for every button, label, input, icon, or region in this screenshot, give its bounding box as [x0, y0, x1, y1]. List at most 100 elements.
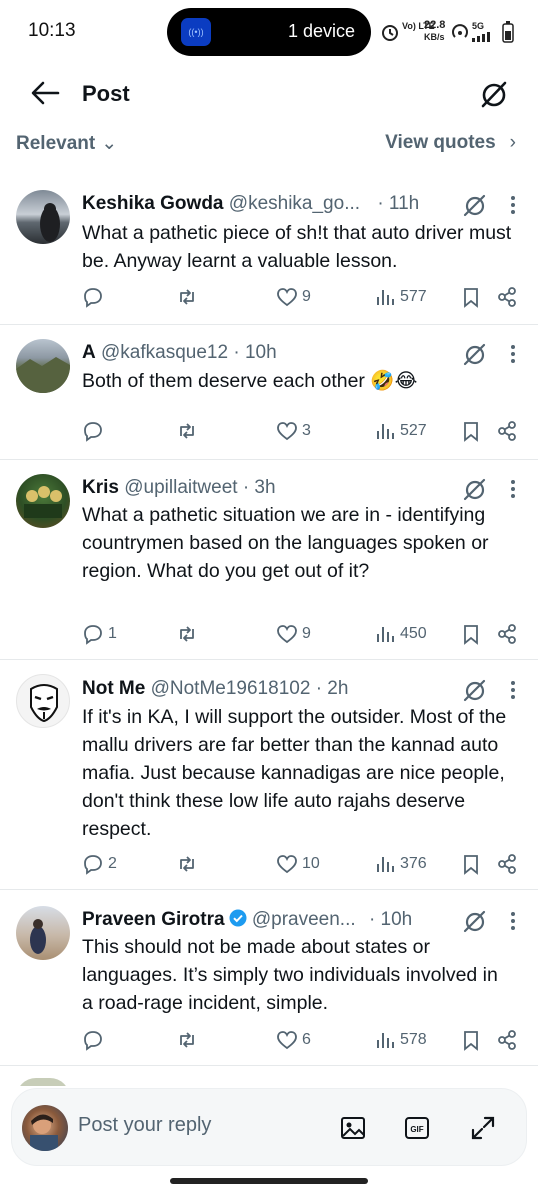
tweet-text: What a pathetic situation we are in - id…: [82, 504, 489, 582]
views-button[interactable]: 376: [374, 850, 427, 878]
author-handle[interactable]: @keshika_go...: [229, 193, 360, 214]
avatar[interactable]: [16, 906, 70, 960]
author-handle[interactable]: @NotMe19618102: [151, 678, 311, 699]
author-name[interactable]: Praveen Girotra: [82, 909, 225, 930]
grok-icon[interactable]: [462, 192, 488, 218]
home-indicator[interactable]: [170, 1178, 368, 1184]
share-button[interactable]: [496, 1026, 518, 1054]
repost-icon: [180, 856, 194, 872]
view-count: 577: [400, 288, 427, 305]
reply-filter-row: Relevant ⌄ View quotes ›: [0, 128, 538, 158]
reply-composer: GIF: [0, 1086, 538, 1200]
reply-tweet[interactable]: Kris @upillaitweet · 3h What a pathetic …: [0, 460, 538, 660]
heart-icon: [277, 288, 297, 307]
like-button[interactable]: 10: [276, 850, 320, 878]
share-button[interactable]: [496, 283, 518, 311]
repost-button[interactable]: [176, 1026, 202, 1054]
reply-icon: [84, 855, 102, 875]
bookmark-icon: [464, 625, 478, 645]
repost-icon: [180, 423, 194, 439]
author-handle[interactable]: @upillaitweet: [124, 477, 237, 498]
bookmark-button[interactable]: [460, 620, 482, 648]
share-button[interactable]: [496, 850, 518, 878]
gif-icon[interactable]: GIF: [402, 1113, 432, 1143]
status-bar: 10:13 ((•)) 1 device Vo) LTE 22.8 KB/s 5…: [0, 0, 538, 64]
tweet-text: If it's in KA, I will support the outsid…: [82, 706, 507, 840]
more-options-icon[interactable]: [510, 911, 516, 931]
reply-button[interactable]: [82, 283, 108, 311]
more-options-icon[interactable]: [510, 195, 516, 215]
like-count: 3: [302, 422, 311, 439]
grok-icon[interactable]: [462, 908, 488, 934]
island-device-count: 1 device: [287, 21, 355, 41]
grok-icon[interactable]: [462, 341, 488, 367]
reply-button[interactable]: [82, 417, 108, 445]
image-icon[interactable]: [338, 1113, 368, 1143]
bookmark-button[interactable]: [460, 283, 482, 311]
author-handle[interactable]: @praveen...: [252, 909, 356, 930]
reply-tweet[interactable]: A @kafkasque12 · 10h Both of them deserv…: [0, 325, 538, 460]
view-quotes-link[interactable]: View quotes ›: [385, 132, 516, 154]
author-name[interactable]: Keshika Gowda: [82, 193, 224, 214]
like-button[interactable]: 9: [276, 620, 311, 648]
back-arrow-icon[interactable]: [30, 79, 60, 107]
bookmark-button[interactable]: [460, 850, 482, 878]
more-options-icon[interactable]: [510, 680, 516, 700]
bookmark-button[interactable]: [460, 1026, 482, 1054]
grok-icon[interactable]: [462, 476, 488, 502]
repost-button[interactable]: [176, 620, 202, 648]
heart-icon: [277, 422, 297, 441]
repost-button[interactable]: [176, 417, 202, 445]
network-speed-unit: KB/s: [424, 32, 445, 42]
author-handle[interactable]: @kafkasque12: [101, 342, 228, 363]
author-name[interactable]: A: [82, 342, 96, 363]
reply-button[interactable]: 1: [82, 620, 117, 648]
reply-bar[interactable]: GIF: [11, 1088, 527, 1166]
author-name[interactable]: Kris: [82, 477, 119, 498]
views-button[interactable]: 578: [374, 1026, 427, 1054]
views-button[interactable]: 450: [374, 620, 427, 648]
avatar[interactable]: [16, 474, 70, 528]
avatar[interactable]: [16, 339, 70, 393]
dynamic-island[interactable]: ((•)) 1 device: [167, 8, 371, 56]
grok-icon[interactable]: [478, 78, 510, 110]
repost-button[interactable]: [176, 283, 202, 311]
avatar[interactable]: [22, 1105, 68, 1151]
views-icon: [377, 1033, 394, 1048]
bookmark-button[interactable]: [460, 417, 482, 445]
repost-icon: [180, 1032, 194, 1048]
reply-button[interactable]: [82, 1026, 108, 1054]
tweet-time: · 10h: [233, 342, 277, 363]
reply-input[interactable]: [78, 1114, 298, 1137]
reply-icon: [84, 288, 102, 308]
tweet-text: Both of them deserve each other 🤣😂: [82, 370, 418, 392]
more-options-icon[interactable]: [510, 479, 516, 499]
chevron-right-icon: ›: [509, 132, 516, 153]
chevron-down-icon: ⌄: [101, 133, 118, 154]
views-button[interactable]: 577: [374, 283, 427, 311]
like-button[interactable]: 6: [276, 1026, 311, 1054]
heart-icon: [277, 625, 297, 644]
reply-icon: [84, 625, 102, 645]
page-title: Post: [82, 81, 130, 106]
grok-icon[interactable]: [462, 677, 488, 703]
sort-dropdown[interactable]: Relevant ⌄: [16, 132, 117, 155]
views-icon: [377, 627, 394, 642]
reply-tweet[interactable]: Keshika Gowda @keshika_go... · 11h What …: [0, 168, 538, 325]
repost-button[interactable]: [176, 850, 202, 878]
more-options-icon[interactable]: [510, 344, 516, 364]
views-button[interactable]: 527: [374, 417, 427, 445]
sort-label: Relevant: [16, 133, 96, 154]
expand-icon[interactable]: [468, 1113, 498, 1143]
share-button[interactable]: [496, 417, 518, 445]
share-button[interactable]: [496, 620, 518, 648]
network-speed: 22.8: [424, 19, 446, 31]
avatar[interactable]: [16, 674, 70, 728]
reply-button[interactable]: 2: [82, 850, 117, 878]
like-button[interactable]: 3: [276, 417, 311, 445]
avatar[interactable]: [16, 190, 70, 244]
like-button[interactable]: 9: [276, 283, 311, 311]
reply-tweet[interactable]: Praveen Girotra @praveen... · 10h This s…: [0, 890, 538, 1066]
reply-tweet[interactable]: Not Me @NotMe19618102 · 2h If it's in KA…: [0, 660, 538, 890]
author-name[interactable]: Not Me: [82, 678, 145, 699]
